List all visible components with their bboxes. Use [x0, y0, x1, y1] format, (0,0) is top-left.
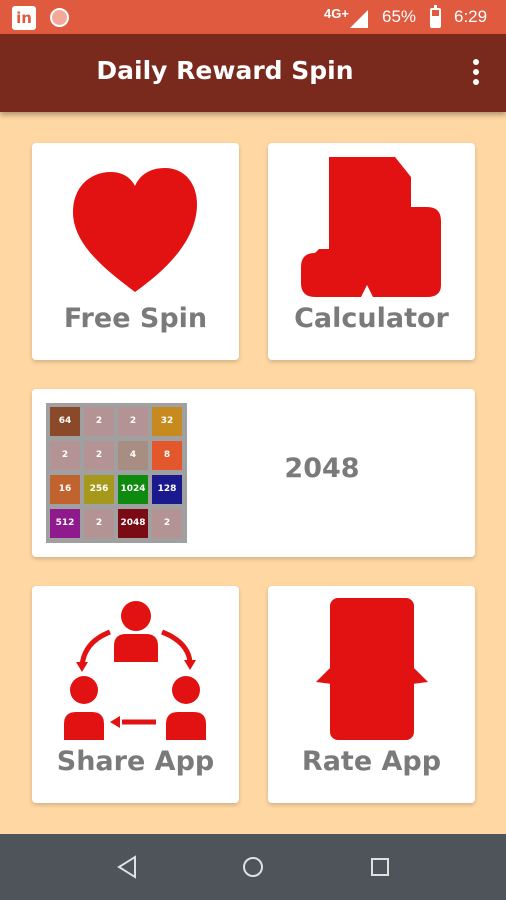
- status-bar: in 4G+ 65% 6:29: [0, 0, 506, 34]
- home-icon[interactable]: [240, 854, 266, 880]
- linkedin-icon: in: [12, 6, 36, 30]
- game-2048-thumbnail: 64 2 2 32 2 2 4 8 16 256 1024 128 512 2 …: [46, 403, 187, 543]
- grid-cell: 2: [84, 407, 114, 436]
- app-bar: Daily Reward Spin: [0, 34, 506, 112]
- grid-cell: 64: [50, 407, 80, 436]
- grid-cell: 2: [84, 509, 114, 538]
- share-app-label: Share App: [56, 746, 215, 777]
- grid-cell: 512: [50, 509, 80, 538]
- rate-icon: [316, 598, 428, 740]
- share-app-button[interactable]: Share App: [32, 586, 239, 803]
- page-title: Daily Reward Spin: [96, 56, 354, 85]
- more-vert-icon[interactable]: [464, 56, 488, 90]
- grid-cell: 2: [84, 441, 114, 470]
- share-people-icon: [64, 601, 206, 740]
- grid-cell: 4: [118, 441, 148, 470]
- grid-cell: 32: [152, 407, 182, 436]
- grid-cell: 2: [118, 407, 148, 436]
- battery-percent: 65%: [382, 7, 417, 26]
- game-2048-label: 2048: [284, 453, 360, 484]
- grid-cell: 1024: [118, 475, 148, 504]
- signal-icon: [350, 10, 368, 28]
- game-2048-button[interactable]: 64 2 2 32 2 2 4 8 16 256 1024 128 512 2 …: [32, 389, 475, 557]
- grid-cell: 2: [50, 441, 80, 470]
- recording-icon: [50, 8, 69, 27]
- free-spin-button[interactable]: Free Spin: [32, 143, 239, 360]
- heart-icon: [73, 168, 197, 292]
- grid-cell: 8: [152, 441, 182, 470]
- network-type: 4G+: [324, 6, 349, 21]
- grid-cell: 2048: [118, 509, 148, 538]
- back-icon[interactable]: [115, 854, 141, 880]
- battery-icon: [430, 5, 441, 28]
- clock: 6:29: [454, 7, 488, 26]
- grid-cell: 256: [84, 475, 114, 504]
- grid-cell: 2: [152, 509, 182, 538]
- calculator-label: Calculator: [294, 303, 449, 334]
- recents-icon[interactable]: [367, 854, 393, 880]
- free-spin-label: Free Spin: [63, 303, 208, 334]
- grid-cell: 128: [152, 475, 182, 504]
- rate-app-label: Rate App: [301, 746, 442, 777]
- rate-app-button[interactable]: Rate App: [268, 586, 475, 803]
- system-nav-bar: [0, 834, 506, 900]
- calculator-icon: [301, 157, 441, 297]
- grid-cell: 16: [50, 475, 80, 504]
- calculator-button[interactable]: Calculator: [268, 143, 475, 360]
